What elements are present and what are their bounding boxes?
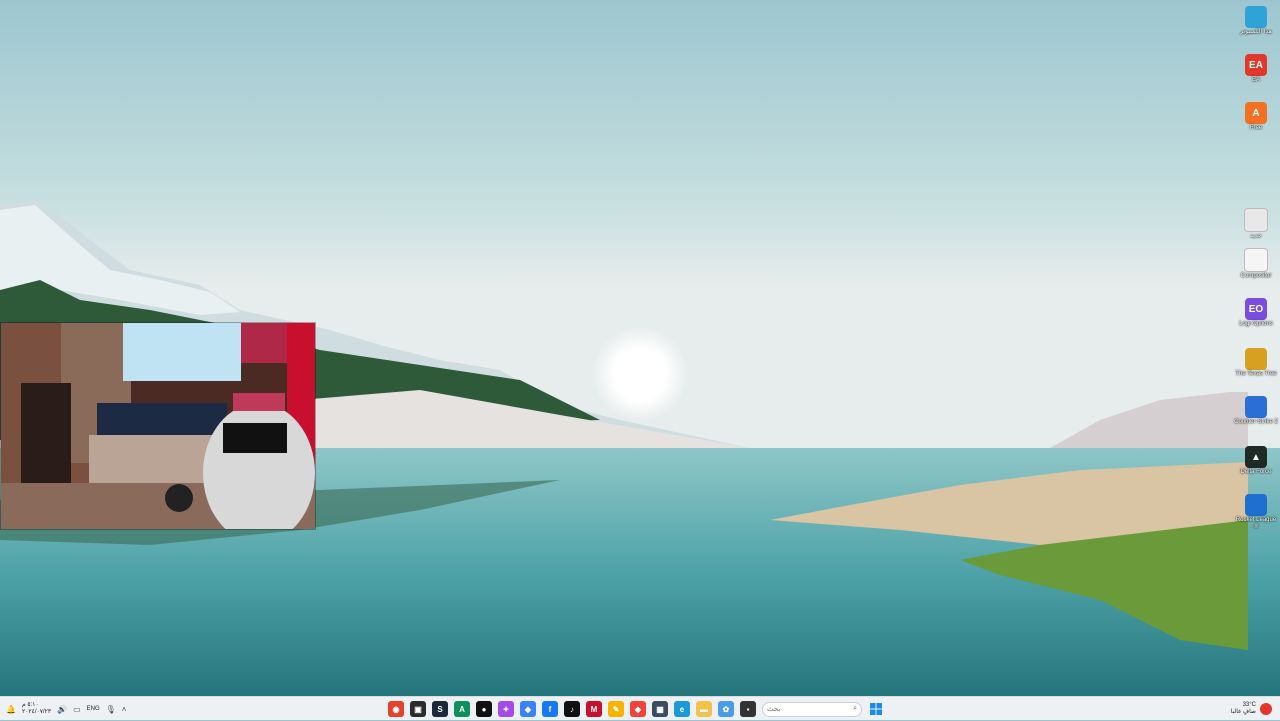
desktop-icon[interactable]: A Free — [1234, 102, 1278, 132]
webcam-overlay — [0, 322, 316, 530]
messenger-icon[interactable]: ✦ — [498, 701, 514, 717]
system-tray: 🔔 ٥:١٠ م ٢٠٢٤/٠٧/٢٣ 🔊 ▭ ENG 🎙 ˄ — [6, 697, 126, 721]
desktop-icon-label: The Texas Tree — [1235, 371, 1277, 377]
weather-widget[interactable]: 33°C صافٍ غالبا — [1231, 697, 1272, 721]
search-placeholder: بحث — [767, 706, 781, 713]
desktop-icon[interactable]: EO Logi Options — [1234, 298, 1278, 328]
chevron-up-icon[interactable]: ˄ — [122, 705, 127, 714]
weather-temp: 33°C — [1242, 702, 1256, 708]
anydesk-icon[interactable]: ◆ — [630, 701, 646, 717]
desktop-icons: هذا الكمبيوتر EA EA A Free جديد Compositor EO Lo… — [1232, 0, 1280, 696]
counter-strike-icon — [1245, 396, 1267, 418]
ea-app-icon: EA — [1245, 54, 1267, 76]
delta-force-icon: ▲ — [1245, 446, 1267, 468]
desktop-icon-label: جديد — [1250, 233, 1262, 239]
capture-icon[interactable]: ▪ — [740, 701, 756, 717]
desktop-icon[interactable]: ▲ Delta Force — [1234, 446, 1278, 476]
steam-icon[interactable]: S — [432, 701, 448, 717]
language-indicator[interactable]: ENG — [87, 706, 100, 712]
tiktok-icon[interactable]: ♪ — [564, 701, 580, 717]
photos-icon[interactable]: ✿ — [718, 701, 734, 717]
desktop-icon-label: Rocket League ® — [1235, 517, 1277, 530]
desktop-icon[interactable]: The Texas Tree — [1234, 348, 1278, 378]
windows-logo-icon — [870, 703, 882, 715]
edge-icon[interactable]: e — [674, 701, 690, 717]
logi-options-icon: EO — [1245, 298, 1267, 320]
desktop-icon-label: Logi Options — [1239, 321, 1273, 327]
calculator-icon[interactable]: ▦ — [652, 701, 668, 717]
terminal-icon[interactable]: ▣ — [410, 701, 426, 717]
mcafee-icon[interactable]: M — [586, 701, 602, 717]
notification-icon[interactable]: 🔔 — [6, 705, 16, 714]
network-icon[interactable]: ▭ — [73, 705, 81, 714]
chrome-icon[interactable]: ◉ — [388, 701, 404, 717]
github-icon[interactable]: ● — [476, 701, 492, 717]
document-thumbnail-icon — [1244, 208, 1268, 232]
android-studio-icon[interactable]: A — [454, 701, 470, 717]
desktop-icon-label: EA — [1251, 77, 1260, 83]
desktop-icon[interactable]: Counter-Strike 2 — [1234, 396, 1278, 426]
clock-time: ٥:١٠ م — [21, 702, 39, 708]
desktop-icon-label: Free — [1249, 125, 1263, 131]
search-icon: ⌕ — [853, 705, 857, 712]
clock[interactable]: ٥:١٠ م ٢٠٢٤/٠٧/٢٣ — [22, 702, 51, 716]
desktop-icon[interactable]: EA EA — [1234, 54, 1278, 84]
shield-vpn-icon[interactable]: ◆ — [520, 701, 536, 717]
taskbar: 🔔 ٥:١٠ م ٢٠٢٤/٠٧/٢٣ 🔊 ▭ ENG 🎙 ˄ ◉ ▣ S A ● ✦ ◆ f… — [0, 696, 1280, 720]
sticky-notes-icon[interactable]: ✎ — [608, 701, 624, 717]
blank-file-icon — [1244, 248, 1268, 272]
desktop-icon-label: Delta Force — [1240, 469, 1272, 475]
search-input[interactable]: بحث ⌕ — [762, 701, 862, 717]
monitor-icon — [1245, 6, 1267, 28]
desktop-icon[interactable]: جديد — [1234, 208, 1278, 240]
desktop-icon[interactable]: Rocket League ® — [1234, 494, 1278, 531]
file-explorer-icon[interactable]: ▬ — [696, 701, 712, 717]
start-button[interactable] — [868, 701, 884, 717]
orange-a-app-icon: A — [1245, 102, 1267, 124]
taskbar-apps: ◉ ▣ S A ● ✦ ◆ f ♪ M ✎ ◆ ▦ e ▬ ✿ ▪ بحث ⌕ — [388, 697, 884, 721]
desktop-icon[interactable]: هذا الكمبيوتر — [1234, 6, 1278, 36]
volume-icon[interactable]: 🔊 — [57, 705, 67, 714]
weather-desc: صافٍ غالبا — [1230, 709, 1256, 715]
clock-date: ٢٠٢٤/٠٧/٢٣ — [21, 709, 52, 715]
microphone-icon[interactable]: 🎙 — [106, 705, 116, 714]
desktop-icon-label: Counter-Strike 2 — [1234, 419, 1278, 425]
desktop-icon-label: هذا الكمبيوتر — [1240, 29, 1272, 35]
game-icon — [1245, 348, 1267, 370]
weather-icon — [1260, 703, 1272, 715]
desktop-icon-label: Compositor — [1240, 273, 1272, 279]
rocket-league-icon — [1245, 494, 1267, 516]
facebook-icon[interactable]: f — [542, 701, 558, 717]
desktop-icon[interactable]: Compositor — [1234, 248, 1278, 280]
